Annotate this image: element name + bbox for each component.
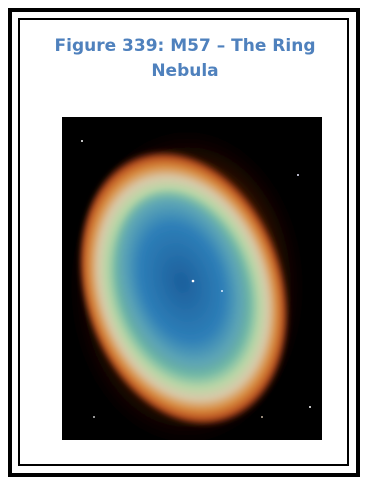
ring-nebula-photo (62, 117, 322, 440)
figure-caption: Figure 339: M57 – The Ring Nebula (54, 36, 316, 81)
